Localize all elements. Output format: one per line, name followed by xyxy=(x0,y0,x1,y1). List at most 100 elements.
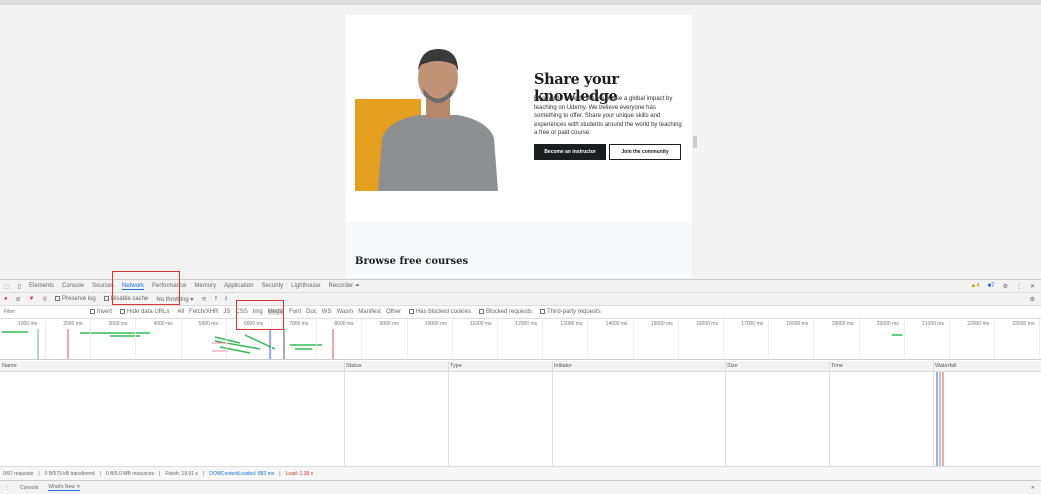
search-icon[interactable]: ⚲ xyxy=(43,296,47,303)
overview-gridline xyxy=(1039,319,1041,359)
device-toggle-icon[interactable]: ▯ xyxy=(18,283,21,290)
import-icon[interactable]: ⭱ xyxy=(215,294,217,304)
blocked-requests-checkbox[interactable]: Blocked requests xyxy=(478,308,533,316)
overview-gridline xyxy=(180,319,182,359)
invert-label: Invert xyxy=(97,309,113,316)
highlight-network-tab xyxy=(112,271,180,305)
network-settings-icon[interactable]: ⚙ xyxy=(1030,296,1035,303)
drawer-tab-console[interactable]: Console xyxy=(20,485,38,491)
overview-gridline xyxy=(45,319,46,359)
close-icon[interactable]: ✕ xyxy=(1030,283,1035,290)
network-overview[interactable]: 1000 ms 2000 ms 3000 ms 4000 ms 5000 ms 6000 … xyxy=(0,319,1041,360)
hide-data-label: Hide data URLs xyxy=(127,309,170,316)
page-viewport: Share your knowledge Real-world experts … xyxy=(346,15,692,278)
overview-bars xyxy=(2,329,334,359)
warnings-count: 4 xyxy=(976,283,980,289)
filter-type-wasm[interactable]: Wasm xyxy=(336,309,353,315)
time-tick: 17000 ms xyxy=(741,321,764,327)
overview-gridline xyxy=(632,319,634,359)
become-instructor-button[interactable]: Become an instructor xyxy=(534,144,606,160)
filter-type-js[interactable]: JS xyxy=(223,309,230,315)
time-tick: 2000 ms xyxy=(63,321,83,327)
overview-gridline xyxy=(858,319,860,359)
time-tick: 13000 ms xyxy=(560,321,583,327)
filter-type-fetchxhr[interactable]: Fetch/XHR xyxy=(189,309,218,315)
time-tick: 21000 ms xyxy=(922,321,944,327)
filter-input[interactable] xyxy=(4,309,82,315)
tab-console[interactable]: Console xyxy=(62,283,84,289)
drawer-tabs: ⋮ Console What's New ✕ ✕ xyxy=(0,480,1041,494)
column-waterfall[interactable]: Waterfall xyxy=(935,363,957,369)
column-initiator[interactable]: Initiator xyxy=(554,363,572,369)
network-conditions-icon[interactable]: ⚟ xyxy=(201,296,206,303)
third-party-checkbox[interactable]: Third-party requests xyxy=(540,308,601,316)
column-name[interactable]: Name xyxy=(2,363,17,369)
time-tick: 8000 ms xyxy=(334,321,354,327)
export-icon[interactable]: ⭳ xyxy=(225,294,227,304)
time-tick: 11000 ms xyxy=(470,321,492,327)
tab-lighthouse[interactable]: Lighthouse xyxy=(291,283,320,289)
column-type[interactable]: Type xyxy=(450,363,462,369)
browse-section xyxy=(346,222,692,278)
column-divider xyxy=(829,361,830,466)
clear-icon[interactable]: ⊘ xyxy=(16,296,21,303)
warnings-badge[interactable]: ▲4 xyxy=(970,283,979,289)
dom-content-loaded: DOMContentLoaded: 882 ms xyxy=(209,470,275,477)
overview-gridline xyxy=(813,319,815,359)
drawer-menu-icon[interactable]: ⋮ xyxy=(5,485,10,491)
column-divider xyxy=(725,361,726,466)
time-tick: 15000 ms xyxy=(650,321,673,327)
overview-gridline xyxy=(903,319,905,359)
join-community-button[interactable]: Join the community xyxy=(609,144,681,160)
drawer-close-icon[interactable]: ✕ xyxy=(1031,485,1035,491)
column-divider xyxy=(448,361,449,466)
tab-recorder[interactable]: Recorder ⏶ xyxy=(328,283,359,290)
column-size[interactable]: Size xyxy=(727,363,738,369)
whats-new-label: What's New xyxy=(48,484,75,490)
drawer-tab-whats-new[interactable]: What's New ✕ xyxy=(48,484,81,491)
overview-bar-late xyxy=(892,334,902,336)
filter-type-doc[interactable]: Doc xyxy=(306,309,317,315)
time-tick: 18000 ms xyxy=(786,321,809,327)
time-tick: 22000 ms xyxy=(967,321,990,327)
inspect-icon[interactable]: ⬚ xyxy=(4,283,10,290)
filter-type-ws[interactable]: WS xyxy=(322,309,332,315)
resize-handle[interactable] xyxy=(693,136,697,148)
filter-type-font[interactable]: Font xyxy=(289,309,301,315)
record-icon[interactable]: ● xyxy=(4,296,8,302)
filter-type-all[interactable]: All xyxy=(177,309,184,315)
blocked-cookies-label: Has blocked cookies xyxy=(415,309,471,316)
column-divider xyxy=(552,361,553,466)
filter-icon[interactable]: ▼ xyxy=(29,296,35,302)
preserve-log-checkbox[interactable]: Preserve log xyxy=(55,295,96,302)
transferred-size: 0 B/575 kB transferred xyxy=(44,470,95,477)
column-divider xyxy=(933,361,934,466)
invert-checkbox[interactable]: Invert xyxy=(90,308,113,316)
browser-top-bar xyxy=(0,0,1041,5)
messages-badge[interactable]: ■7 xyxy=(988,283,995,289)
overview-gridline xyxy=(994,319,996,359)
filter-type-manifest[interactable]: Manifest xyxy=(358,309,381,315)
tab-security[interactable]: Security xyxy=(261,283,283,289)
time-tick: 12000 ms xyxy=(515,321,538,327)
status-bar: 0/97 requests | 0 B/575 kB transferred | 0… xyxy=(0,466,1041,480)
blocked-requests-label: Blocked requests xyxy=(485,309,533,316)
overview-gridline xyxy=(451,319,453,359)
load-time: Load: 1.38 s xyxy=(285,470,314,477)
settings-icon[interactable]: ⚙ xyxy=(1003,283,1008,290)
tab-application[interactable]: Application xyxy=(224,283,253,289)
tab-memory[interactable]: Memory xyxy=(194,283,216,289)
more-icon[interactable]: ⋮ xyxy=(1016,283,1022,290)
tab-elements[interactable]: Elements xyxy=(29,283,54,289)
column-status[interactable]: Status xyxy=(346,363,362,369)
filter-type-other[interactable]: Other xyxy=(386,309,401,315)
browse-heading: Browse free courses xyxy=(355,256,469,267)
hide-data-urls-checkbox[interactable]: Hide data URLs xyxy=(120,308,170,316)
overview-gridline xyxy=(768,319,770,359)
column-time[interactable]: Time xyxy=(831,363,843,369)
third-party-label: Third-party requests xyxy=(547,309,601,316)
overview-gridline xyxy=(316,319,318,359)
time-tick: 5000 ms xyxy=(198,321,218,327)
tab-sources[interactable]: Sources xyxy=(92,283,114,289)
blocked-cookies-checkbox[interactable]: Has blocked cookies xyxy=(408,308,471,316)
